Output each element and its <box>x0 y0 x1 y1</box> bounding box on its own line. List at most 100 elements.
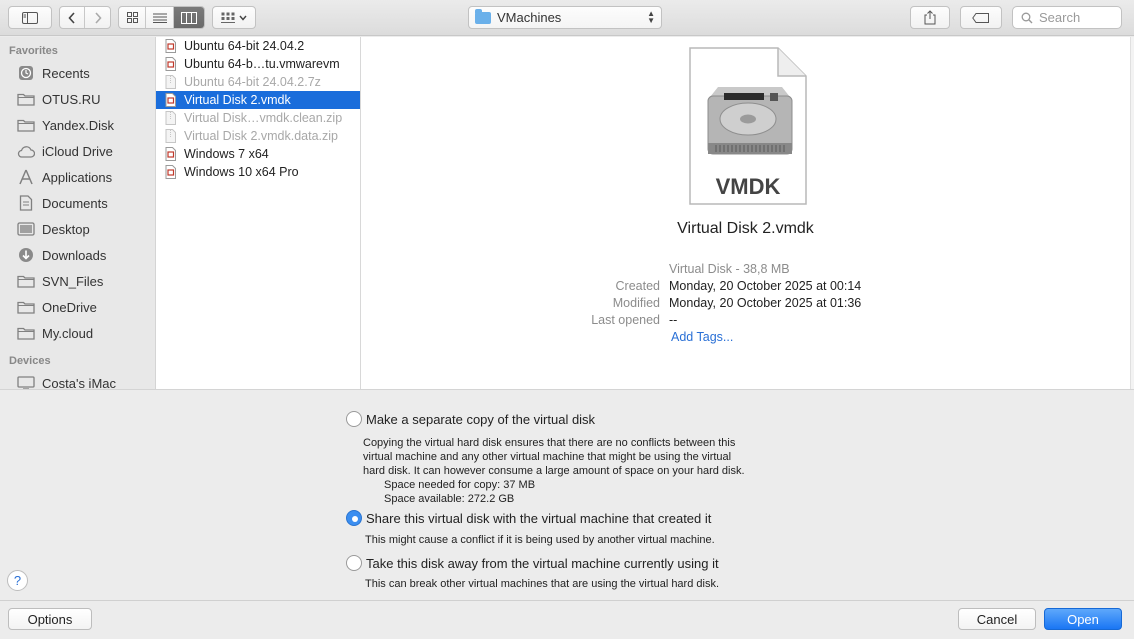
sidebar-toggle-button[interactable] <box>8 6 52 29</box>
sidebar-item-my-cloud[interactable]: My.cloud <box>0 320 155 346</box>
sidebar-item-recents[interactable]: Recents <box>0 60 155 86</box>
computer-icon <box>16 375 36 389</box>
file-info: Virtual Disk - 38,8 MB Created Monday, 20… <box>571 262 861 347</box>
search-icon <box>1021 12 1033 23</box>
sidebar-item-label: Yandex.Disk <box>42 117 115 133</box>
last-opened-value: -- <box>669 313 678 327</box>
sidebar-item-label: Costa's iMac <box>42 375 117 390</box>
file-row[interactable]: Ubuntu 64-bit 24.04.2 <box>156 37 360 55</box>
updown-arrows-icon: ▲ ▼ <box>647 9 655 25</box>
sidebar-item-label: Recents <box>42 65 90 81</box>
back-button[interactable] <box>60 7 86 28</box>
share-disk-description: This might cause a conflict if it is bei… <box>365 534 715 546</box>
vmdk-file-icon: VMDK <box>689 47 807 205</box>
options-button[interactable]: Options <box>8 608 92 630</box>
archive-file-icon <box>164 75 177 89</box>
copy-disk-radio[interactable] <box>346 411 362 427</box>
file-row: Virtual Disk 2.vmdk.data.zip <box>156 127 360 145</box>
sidebar-item-documents[interactable]: Documents <box>0 190 155 216</box>
desktop-icon <box>16 221 36 237</box>
file-row[interactable]: Windows 7 x64 <box>156 145 360 163</box>
take-disk-radio[interactable] <box>346 555 362 571</box>
cloud-icon <box>16 143 36 159</box>
share-disk-label: Share this virtual disk with the virtual… <box>366 510 712 526</box>
copy-disk-description: Copying the virtual hard disk ensures th… <box>363 436 745 478</box>
kind-size-value: Virtual Disk - 38,8 MB <box>669 262 790 276</box>
sidebar-item-icloud-drive[interactable]: iCloud Drive <box>0 138 155 164</box>
share-disk-option[interactable]: Share this virtual disk with the virtual… <box>346 510 711 526</box>
location-popup[interactable]: VMachines ▲ ▼ <box>468 6 662 29</box>
share-disk-radio[interactable] <box>346 510 362 526</box>
created-value: Monday, 20 October 2025 at 00:14 <box>669 279 862 293</box>
vmdk-icon-label: VMDK <box>716 174 781 199</box>
toolbar: VMachines ▲ ▼ Search <box>0 0 1134 36</box>
sidebar-item-onedrive[interactable]: OneDrive <box>0 294 155 320</box>
file-row[interactable]: Virtual Disk 2.vmdk <box>156 91 360 109</box>
file-name: Virtual Disk 2.vmdk <box>184 93 291 107</box>
sidebar-device-costa-s-imac[interactable]: Costa's iMac <box>0 370 155 389</box>
sidebar-item-desktop[interactable]: Desktop <box>0 216 155 242</box>
copy-desc-line: virtual machine and any other virtual ma… <box>363 451 732 463</box>
file-name: Windows 7 x64 <box>184 147 269 161</box>
folder-icon <box>16 299 36 315</box>
help-button[interactable]: ? <box>7 570 28 591</box>
forward-button[interactable] <box>85 7 110 28</box>
folder-icon <box>16 117 36 133</box>
file-row[interactable]: Ubuntu 64-b…tu.vmwarevm <box>156 55 360 73</box>
modified-value: Monday, 20 October 2025 at 01:36 <box>669 296 862 310</box>
document-icon <box>16 195 36 211</box>
share-icon <box>924 10 936 25</box>
icon-view-button[interactable] <box>119 7 147 28</box>
file-name: Ubuntu 64-b…tu.vmwarevm <box>184 57 340 71</box>
folder-icon <box>475 8 491 24</box>
search-field[interactable]: Search <box>1012 6 1122 29</box>
folder-icon <box>16 325 36 341</box>
view-mode-control <box>118 6 205 29</box>
sidebar: Favorites Recents OTUS.RU Yandex.Disk iClou… <box>0 37 156 389</box>
file-row[interactable]: Windows 10 x64 Pro <box>156 163 360 181</box>
add-tags-link[interactable]: Add Tags... <box>669 330 733 347</box>
sidebar-item-label: Downloads <box>42 247 107 263</box>
disk-options-panel: Make a separate copy of the virtual disk… <box>0 389 1134 600</box>
sidebar-item-label: SVN_Files <box>42 273 104 289</box>
file-row: Virtual Disk…vmdk.clean.zip <box>156 109 360 127</box>
copy-desc-line: Copying the virtual hard disk ensures th… <box>363 437 736 449</box>
share-button[interactable] <box>910 6 950 29</box>
take-disk-option[interactable]: Take this disk away from the virtual mac… <box>346 555 719 571</box>
sidebar-item-applications[interactable]: Applications <box>0 164 155 190</box>
file-column: Ubuntu 64-bit 24.04.2 Ubuntu 64-b…tu.vmwa… <box>156 37 361 389</box>
vm-file-icon <box>164 147 177 161</box>
sidebar-item-label: Applications <box>42 169 113 185</box>
preview-scrollbar[interactable] <box>1130 37 1134 389</box>
archive-file-icon <box>164 129 177 143</box>
open-button[interactable]: Open <box>1044 608 1122 630</box>
last-opened-label: Last opened <box>591 313 660 327</box>
copy-disk-option[interactable]: Make a separate copy of the virtual disk <box>346 411 595 427</box>
copy-disk-label: Make a separate copy of the virtual disk <box>366 411 596 427</box>
tags-button[interactable] <box>960 6 1002 29</box>
file-row: Ubuntu 64-bit 24.04.2.7z <box>156 73 360 91</box>
columns-icon <box>180 11 197 24</box>
sidebar-item-label: iCloud Drive <box>42 143 113 159</box>
cancel-button[interactable]: Cancel <box>958 608 1036 630</box>
sidebar-item-svn-files[interactable]: SVN_Files <box>0 268 155 294</box>
clock-icon <box>16 65 36 81</box>
vm-file-icon <box>164 93 177 107</box>
take-disk-label: Take this disk away from the virtual mac… <box>366 555 719 571</box>
copy-desc-line: hard disk. It can however consume a larg… <box>363 465 745 477</box>
space-info: Space needed for copy: 37 MB Space avail… <box>384 478 535 506</box>
location-label: VMachines <box>497 10 562 25</box>
sidebar-item-label: OTUS.RU <box>42 91 101 107</box>
sidebar-item-downloads[interactable]: Downloads <box>0 242 155 268</box>
devices-header: Devices <box>9 355 51 367</box>
chevron-right-icon <box>94 11 102 24</box>
arrange-grid-icon <box>221 12 235 23</box>
preview-pane: VMDK Virtual Disk 2.vmdk Virtual Disk - … <box>361 37 1130 389</box>
created-label: Created <box>615 279 660 293</box>
sidebar-item-yandex-disk[interactable]: Yandex.Disk <box>0 112 155 138</box>
list-view-button[interactable] <box>146 7 174 28</box>
sidebar-item-otus-ru[interactable]: OTUS.RU <box>0 86 155 112</box>
vm-file-icon <box>164 165 177 179</box>
column-view-button[interactable] <box>173 7 204 28</box>
arrange-button[interactable] <box>212 6 256 29</box>
